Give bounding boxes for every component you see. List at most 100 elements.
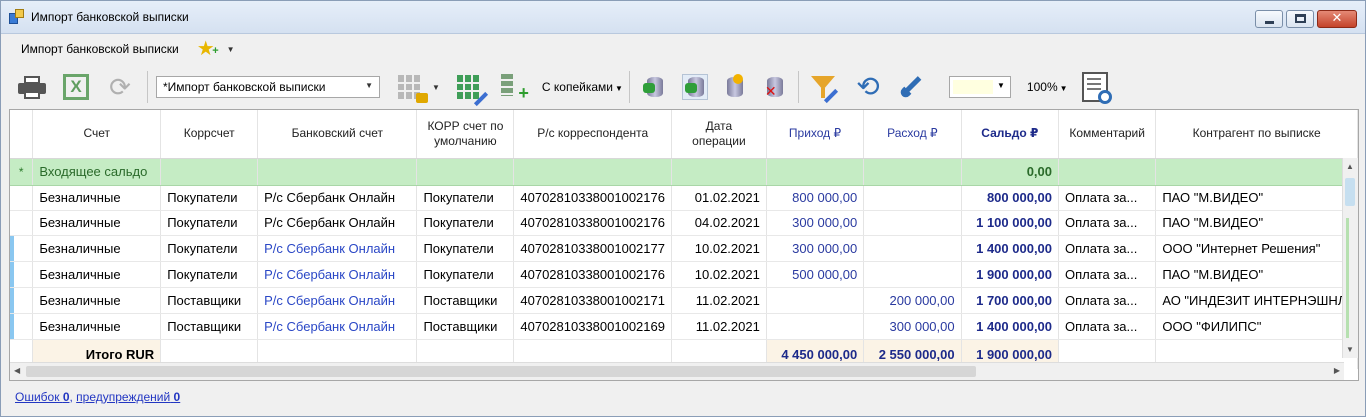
db-new-button[interactable] bbox=[718, 70, 752, 104]
cell-prihod[interactable]: 300 000,00 bbox=[766, 235, 865, 262]
maximize-button[interactable] bbox=[1286, 10, 1314, 28]
table-row[interactable]: Безналичные Покупатели Р/с Сбербанк Онла… bbox=[10, 210, 1358, 236]
warnings-link[interactable]: предупреждений 0 bbox=[76, 390, 180, 404]
cell-rashod[interactable]: 300 000,00 bbox=[863, 313, 962, 340]
table-row[interactable]: Безналичные Покупатели Р/с Сбербанк Онла… bbox=[10, 235, 1358, 262]
menu-dropdown-icon[interactable]: ▼ bbox=[227, 45, 235, 54]
cell-rs[interactable]: 40702810338001002176 bbox=[513, 261, 672, 288]
report-preview-button[interactable] bbox=[1081, 72, 1112, 104]
column-header[interactable]: Комментарий bbox=[1058, 110, 1157, 159]
scroll-down-icon[interactable]: ▼ bbox=[1346, 345, 1354, 354]
incoming-balance-row[interactable]: * Входящее сальдо 0,00 bbox=[10, 158, 1358, 186]
table-row[interactable]: Безналичные Поставщики Р/с Сбербанк Онла… bbox=[10, 313, 1358, 340]
cell-prihod[interactable]: 800 000,00 bbox=[766, 185, 865, 211]
cell-saldo[interactable]: 1 100 000,00 bbox=[961, 210, 1060, 236]
cell-prihod[interactable]: 500 000,00 bbox=[766, 261, 865, 288]
grid-lock-button[interactable] bbox=[394, 70, 428, 104]
cell-prihod[interactable]: 300 000,00 bbox=[766, 210, 865, 236]
cell-schet[interactable]: Безналичные bbox=[32, 287, 162, 314]
cell-korr-default[interactable]: Покупатели bbox=[416, 261, 515, 288]
table-row[interactable]: Безналичные Покупатели Р/с Сбербанк Онла… bbox=[10, 185, 1358, 211]
cell-saldo[interactable]: 800 000,00 bbox=[961, 185, 1060, 211]
color-picker[interactable]: ▼ bbox=[948, 76, 1011, 98]
cell-schet[interactable]: Безналичные bbox=[32, 185, 162, 211]
scroll-right-icon[interactable]: ▶ bbox=[1334, 366, 1340, 375]
column-header[interactable]: КОРР счет по умолчанию bbox=[416, 110, 515, 159]
cell-prihod[interactable] bbox=[766, 313, 865, 340]
scroll-thumb[interactable] bbox=[26, 366, 976, 377]
cell-date[interactable]: 01.02.2021 bbox=[671, 185, 767, 211]
print-button[interactable] bbox=[15, 70, 49, 104]
kopecks-dropdown[interactable]: С копейками ▼ bbox=[542, 80, 623, 94]
column-header[interactable]: Приход ₽ bbox=[766, 110, 865, 159]
cell-rs[interactable]: 40702810338001002169 bbox=[513, 313, 672, 340]
cell-date[interactable]: 10.02.2021 bbox=[671, 235, 767, 262]
scroll-up-icon[interactable]: ▲ bbox=[1346, 162, 1354, 171]
cell-schet[interactable]: Безналичные bbox=[32, 210, 162, 236]
cell-rs[interactable]: 40702810338001002177 bbox=[513, 235, 672, 262]
cell-korr[interactable]: Покупатели bbox=[160, 261, 259, 288]
cell-kontragent[interactable]: ПАО "М.ВИДЕО" bbox=[1155, 261, 1358, 288]
db-import-button[interactable] bbox=[638, 70, 672, 104]
cell-saldo[interactable]: 1 400 000,00 bbox=[961, 235, 1060, 262]
menu-item-import[interactable]: Импорт банковской выписки bbox=[21, 42, 179, 56]
cell-rs[interactable]: 40702810338001002176 bbox=[513, 185, 672, 211]
appearance-button[interactable] bbox=[895, 70, 929, 104]
cell-korr[interactable]: Покупатели bbox=[160, 210, 259, 236]
column-header[interactable]: Дата операции bbox=[671, 110, 767, 159]
cell-comment[interactable]: Оплата за... bbox=[1058, 185, 1157, 211]
refresh-button[interactable]: ⟳ bbox=[103, 70, 137, 104]
cell-korr-default[interactable]: Покупатели bbox=[416, 185, 515, 211]
settings-combo[interactable]: *Импорт банковской выписки ▼ bbox=[156, 76, 380, 98]
cell-korr[interactable]: Поставщики bbox=[160, 287, 259, 314]
cell-rs[interactable]: 40702810338001002176 bbox=[513, 210, 672, 236]
minimize-button[interactable] bbox=[1255, 10, 1283, 28]
cell-rashod[interactable]: 200 000,00 bbox=[863, 287, 962, 314]
cell-kontragent[interactable]: ООО "Интернет Решения" bbox=[1155, 235, 1358, 262]
cell-schet[interactable]: Безналичные bbox=[32, 261, 162, 288]
cell-date[interactable]: 11.02.2021 bbox=[671, 287, 767, 314]
close-button[interactable]: ✕ bbox=[1317, 10, 1357, 28]
cell-kontragent[interactable]: ПАО "М.ВИДЕО" bbox=[1155, 185, 1358, 211]
table-row[interactable]: Безналичные Покупатели Р/с Сбербанк Онла… bbox=[10, 261, 1358, 288]
cell-bank[interactable]: Р/с Сбербанк Онлайн bbox=[257, 235, 418, 262]
db-delete-button[interactable]: ✕ bbox=[758, 70, 792, 104]
cell-rs[interactable]: 40702810338001002171 bbox=[513, 287, 672, 314]
cell-rashod[interactable] bbox=[863, 261, 962, 288]
cell-bank[interactable]: Р/с Сбербанк Онлайн bbox=[257, 313, 418, 340]
cell-prihod[interactable] bbox=[766, 287, 865, 314]
scroll-thumb[interactable] bbox=[1345, 178, 1355, 206]
history-button[interactable]: ⟲ bbox=[851, 70, 885, 104]
cell-comment[interactable]: Оплата за... bbox=[1058, 313, 1157, 340]
cell-korr-default[interactable]: Покупатели bbox=[416, 235, 515, 262]
cell-korr-default[interactable]: Поставщики bbox=[416, 313, 515, 340]
column-header[interactable]: Р/с корреспондента bbox=[513, 110, 672, 159]
cell-bank[interactable]: Р/с Сбербанк Онлайн bbox=[257, 210, 418, 236]
column-header[interactable]: Контрагент по выписке bbox=[1155, 110, 1358, 159]
cell-saldo[interactable]: 1 700 000,00 bbox=[961, 287, 1060, 314]
horizontal-scrollbar[interactable]: ◀ ▶ bbox=[10, 362, 1344, 380]
cell-saldo[interactable]: 1 900 000,00 bbox=[961, 261, 1060, 288]
cell-comment[interactable]: Оплата за... bbox=[1058, 235, 1157, 262]
grid-edit-button[interactable] bbox=[454, 70, 488, 107]
grid-add-column-button[interactable]: + bbox=[498, 70, 532, 104]
cell-korr[interactable]: Поставщики bbox=[160, 313, 259, 340]
cell-rashod[interactable] bbox=[863, 235, 962, 262]
errors-link[interactable]: Ошибок 0 bbox=[15, 390, 70, 404]
cell-bank[interactable]: Р/с Сбербанк Онлайн bbox=[257, 261, 418, 288]
cell-date[interactable]: 04.02.2021 bbox=[671, 210, 767, 236]
cell-kontragent[interactable]: ПАО "М.ВИДЕО" bbox=[1155, 210, 1358, 236]
cell-bank[interactable]: Р/с Сбербанк Онлайн bbox=[257, 287, 418, 314]
column-header[interactable]: Коррсчет bbox=[160, 110, 259, 159]
cell-comment[interactable]: Оплата за... bbox=[1058, 261, 1157, 288]
scroll-left-icon[interactable]: ◀ bbox=[14, 366, 20, 375]
cell-rashod[interactable] bbox=[863, 210, 962, 236]
cell-schet[interactable]: Безналичные bbox=[32, 235, 162, 262]
zoom-dropdown[interactable]: 100% ▼ bbox=[1027, 80, 1068, 94]
cell-korr-default[interactable]: Поставщики bbox=[416, 287, 515, 314]
cell-bank[interactable]: Р/с Сбербанк Онлайн bbox=[257, 185, 418, 211]
vertical-scrollbar[interactable]: ▲ ▼ bbox=[1342, 158, 1358, 358]
cell-korr-default[interactable]: Покупатели bbox=[416, 210, 515, 236]
cell-date[interactable]: 11.02.2021 bbox=[671, 313, 767, 340]
grid-lock-dropdown-icon[interactable]: ▼ bbox=[432, 83, 440, 92]
